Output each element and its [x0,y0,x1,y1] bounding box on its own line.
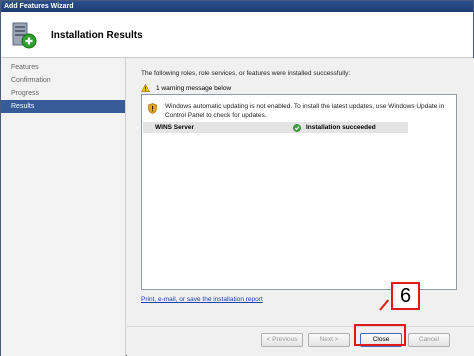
success-check-icon [293,123,301,132]
results-list: Windows automatic updating is not enable… [141,94,457,290]
windows-update-shield-icon [148,103,157,114]
install-status: Installation succeeded [293,123,376,132]
sidebar-item-confirmation[interactable]: Confirmation [1,74,125,87]
page-title: Installation Results [51,30,143,41]
results-panel: The following roles, role services, or f… [127,58,474,326]
result-row: WINS Server Installation succeeded [143,122,408,133]
warning-message-row: Windows automatic updating is not enable… [148,103,448,123]
wizard-sidebar: Features Confirmation Progress Results [1,58,126,356]
server-wizard-icon [9,20,39,50]
install-status-text: Installation succeeded [306,124,376,131]
warning-summary: 1 warning message below [141,83,231,93]
previous-button[interactable]: < Previous [261,333,303,347]
warning-summary-text: 1 warning message below [156,84,232,92]
cancel-button[interactable]: Cancel [408,333,450,347]
warning-icon [141,84,150,92]
close-button-highlight [354,324,406,346]
sidebar-item-features[interactable]: Features [1,61,125,74]
installation-report-link[interactable]: Print, e-mail, or save the installation … [141,296,263,303]
warning-message-text: Windows automatic updating is not enable… [165,103,445,119]
sidebar-item-results[interactable]: Results [1,100,125,113]
feature-name: WINS Server [155,124,195,131]
step-callout: 6 [391,282,420,310]
wizard-header: Installation Results [1,12,473,58]
sidebar-item-progress[interactable]: Progress [1,87,125,100]
wizard-footer: < Previous Next > Close Cancel [127,326,474,356]
intro-text: The following roles, role services, or f… [141,70,351,77]
next-button[interactable]: Next > [308,333,350,347]
title-bar: Add Features Wizard [1,1,473,12]
